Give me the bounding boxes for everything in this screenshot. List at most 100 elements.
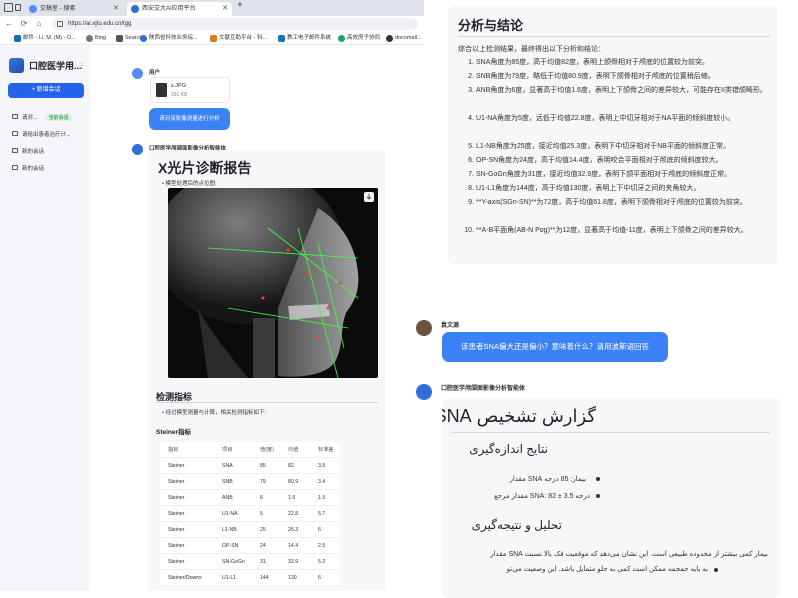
report-title: گزارش تشخیص SNA xyxy=(442,406,596,426)
divider xyxy=(156,402,378,403)
item-text: L1-NB角度为25度，接近均值25.3度，表明下中切牙相对于NB平面的倾斜度正… xyxy=(476,143,730,150)
agent-name: 口腔医学颅颌面影像分析智能体 xyxy=(441,386,526,392)
window-menu-icon[interactable] xyxy=(4,3,13,12)
back-icon[interactable]: ← xyxy=(3,18,15,30)
app-title: 口腔医学用... xyxy=(29,61,82,71)
conversation-item[interactable]: 请给出患者治疗计... xyxy=(12,130,71,138)
address-bar[interactable]: https://ai.xjtu.edu.cn/tgg xyxy=(52,18,418,30)
sidebar: 口腔医学用... ⋮ + 新增会话 请对... 当前会话 请给出患者治疗计... … xyxy=(0,46,90,591)
table-row: Steiner SNA 85 82 3.5 xyxy=(160,458,340,474)
file-attachment[interactable]: x.JPG 331 KB xyxy=(150,77,230,103)
bookmark-item[interactable]: 高效房子协同 xyxy=(338,34,380,43)
lock-icon xyxy=(57,21,63,27)
item-number: 9. xyxy=(468,199,474,206)
bullet xyxy=(596,477,600,481)
table-cell: 5.7 xyxy=(318,511,326,517)
results-item: بیمار: 85 درجه SNA مقدار xyxy=(509,476,586,483)
platform-favicon-icon xyxy=(131,5,139,13)
chat-icon xyxy=(12,165,18,170)
table-cell: 82 xyxy=(288,463,294,469)
science-icon xyxy=(140,35,147,42)
table-cell: U1-L1 xyxy=(222,575,237,581)
bookmark-item[interactable]: Search xyxy=(116,34,142,43)
user-avatar xyxy=(416,320,432,336)
cloud-icon xyxy=(338,35,345,42)
home-icon[interactable]: ⌂ xyxy=(33,18,45,30)
item-number: 7. xyxy=(468,171,474,178)
steiner-title: Steiner指标 xyxy=(156,429,192,436)
current-badge: 当前会话 xyxy=(45,114,72,121)
table-cell: SN-GoGn xyxy=(222,559,245,565)
table-cell: 5.2 xyxy=(318,559,326,565)
bookmark-item[interactable]: 陕西省科技业务综... xyxy=(140,34,198,43)
table-cell: 85 xyxy=(260,463,266,469)
report-card: X光片诊断报告 • 模型处理后的点位图: 检测指标 • 经过模型测量与计算，相关… xyxy=(148,150,386,591)
close-icon[interactable]: ✕ xyxy=(222,2,228,16)
table-cell: 1.6 xyxy=(288,495,296,501)
bookmark-item[interactable]: Bing xyxy=(86,34,106,43)
table-cell: 25.3 xyxy=(288,527,299,533)
new-tab-button[interactable]: + xyxy=(237,0,243,11)
url-text: https://ai.xjtu.edu.cn/tgg xyxy=(68,21,132,27)
new-chat-button[interactable]: + 新增会话 xyxy=(8,83,84,98)
close-icon[interactable]: ✕ xyxy=(113,2,119,16)
chat-area-2: 袁文源 该患者SNA偏大还是偏小？意味着什么？请用波斯语回答 口腔医学颅颌面影像… xyxy=(412,310,798,598)
persian-report-card: گزارش تشخیص SNA نتایج اندازه‌گیری بیمار:… xyxy=(442,398,780,598)
xray-svg xyxy=(168,188,378,378)
table-cell: Steiner xyxy=(168,463,185,469)
tab-ai-platform[interactable]: 西安交大AI应用平台 ✕ xyxy=(127,2,232,16)
reload-icon[interactable]: ⟳ xyxy=(18,18,30,30)
table-header-cell: 标准差 xyxy=(318,447,334,453)
table-cell: 130 xyxy=(288,575,297,581)
bookmark-item[interactable]: 邮件 - Li, M. (M) - O... xyxy=(14,34,76,43)
item-text: ANB角度为6度，显著高于均值1.6度，表明上下颌骨之间的差异较大，可能存在II… xyxy=(476,87,767,94)
table-cell: 80.9 xyxy=(288,479,299,485)
table-cell: 3.4 xyxy=(318,479,326,485)
mail-icon xyxy=(14,35,21,42)
item-text: U1-L1角度为144度，高于均值130度，表明上下中切牙之间的夹角较大。 xyxy=(476,185,701,192)
globe-icon xyxy=(116,35,123,42)
table-cell: 6 xyxy=(318,527,321,533)
user-avatar xyxy=(132,68,143,79)
table-cell: 6 xyxy=(260,495,263,501)
tab-actions-icon[interactable] xyxy=(15,4,21,11)
item-number: 5. xyxy=(468,143,474,150)
table-cell: 1.5 xyxy=(318,495,326,501)
conversation-item[interactable]: 新的会话 xyxy=(12,164,44,172)
user-label: 用户 xyxy=(149,70,161,76)
table-header-cell: 项目 xyxy=(222,447,233,453)
agent-avatar xyxy=(416,384,432,400)
item-text: **A-B平面角(AB-N Pog)**为12度，显著高于均值-11度，表明上下… xyxy=(476,227,748,234)
table-cell: 32.9 xyxy=(288,559,299,565)
collapse-icon[interactable]: ⋮ xyxy=(78,61,86,70)
table-cell: Steiner xyxy=(168,495,185,501)
item-text: SNA角度为85度，高于均值82度，表明上颌骨相对于颅底的位置较为前突。 xyxy=(476,59,709,66)
item-text: U1-NA角度为5度，远低于均值22.8度，表明上中切牙相对于NA平面的倾斜度较… xyxy=(476,115,735,122)
table-cell: Steiner xyxy=(168,527,185,533)
docomall-icon xyxy=(386,35,393,42)
table-cell: 22.8 xyxy=(288,511,299,517)
image-file-icon xyxy=(156,83,167,97)
item-number: 1. xyxy=(468,59,474,66)
bullet xyxy=(714,568,718,572)
item-number: 2. xyxy=(468,73,474,80)
table-row: Steiner/Downs U1-L1 144 130 6 xyxy=(160,570,340,586)
tab-label: 西安交大AI应用平台 xyxy=(142,6,196,12)
table-cell: 24 xyxy=(260,543,266,549)
browser-toolbar: ← ⟳ ⌂ https://ai.xjtu.edu.cn/tgg xyxy=(0,16,424,32)
bookmark-item[interactable]: 文献互助平台 - 科... xyxy=(210,34,267,43)
metrics-table: 指标 项目 值(度) 均值 标准差 Steiner SNA 85 82 3.5 Steiner SNB… xyxy=(160,442,340,586)
item-text: **Y-axis(SGn-SN)**为72度，高于均值61.8度，表明下颌骨相对… xyxy=(476,199,747,206)
bookmark-item[interactable]: docomall... xyxy=(386,34,422,43)
table-cell: 25 xyxy=(260,527,266,533)
table-row: Steiner ANB 6 1.6 1.5 xyxy=(160,490,340,506)
table-cell: U1-NA xyxy=(222,511,238,517)
table-cell: Steiner xyxy=(168,479,185,485)
tab-search[interactable]: 交稿室 - 搜索 ✕ xyxy=(25,2,123,16)
conversation-item[interactable]: 新的会话 xyxy=(12,147,44,155)
table-cell: 14.4 xyxy=(288,543,299,549)
conversation-item[interactable]: 请对... 当前会话 xyxy=(12,113,72,121)
item-text: OP-SN角度为24度，高于均值14.4度，表明咬合平面相对于颅底的倾斜度较大。 xyxy=(476,157,723,164)
bookmark-item[interactable]: 教工电子邮件系统 xyxy=(278,34,331,43)
chat-icon xyxy=(12,148,18,153)
